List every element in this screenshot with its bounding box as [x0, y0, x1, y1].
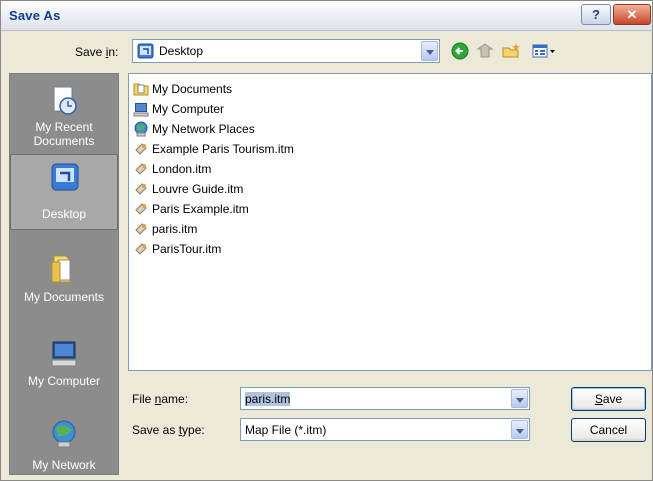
list-item[interactable]: My Network Places [133, 120, 255, 138]
place-my-recent-documents[interactable]: My Recent Documents [10, 78, 118, 154]
back-icon[interactable] [450, 42, 470, 60]
list-item[interactable]: My Documents [133, 80, 232, 98]
list-item[interactable]: My Computer [133, 100, 224, 118]
cancel-button[interactable]: Cancel [571, 418, 646, 442]
new-folder-icon[interactable] [501, 42, 521, 60]
up-folder-icon[interactable] [475, 42, 495, 60]
recent-documents-icon [53, 86, 77, 115]
close-icon: ✕ [626, 7, 638, 22]
save-in-label: Save in: [75, 45, 119, 59]
list-item[interactable]: ParisTour.itm [133, 240, 221, 258]
chevron-down-icon[interactable] [421, 41, 438, 61]
window-title: Save As [9, 8, 61, 23]
desktop-icon [137, 43, 154, 59]
my-documents-icon [51, 255, 71, 283]
close-button[interactable]: ✕ [613, 4, 651, 25]
network-icon [134, 121, 148, 137]
place-my-network[interactable]: My Network [10, 412, 118, 474]
list-item[interactable]: Louvre Guide.itm [133, 180, 243, 198]
list-item[interactable]: Example Paris Tourism.itm [133, 140, 294, 158]
list-item[interactable]: paris.itm [133, 220, 197, 238]
place-desktop[interactable]: Desktop [10, 154, 118, 230]
save-as-type-dropdown[interactable]: Map File (*.itm) [240, 418, 530, 441]
place-my-computer[interactable]: My Computer [10, 332, 118, 408]
chevron-down-icon[interactable] [511, 420, 528, 439]
itm-file-icon [135, 223, 147, 235]
file-name-label: File name: [132, 392, 189, 406]
save-button[interactable]: Save [571, 387, 646, 411]
list-item[interactable]: London.itm [133, 160, 211, 178]
save-in-value: Desktop [159, 44, 204, 58]
save-as-type-value: Map File (*.itm) [245, 423, 327, 437]
itm-file-icon [135, 243, 147, 255]
file-name-input[interactable]: paris.itm [240, 387, 530, 410]
list-item[interactable]: Paris Example.itm [133, 200, 249, 218]
save-in-dropdown[interactable]: Desktop [132, 39, 440, 63]
itm-file-icon [135, 163, 147, 175]
file-list[interactable]: My Documents My Computer My Network Plac… [128, 73, 652, 371]
help-button[interactable]: ? [581, 4, 611, 25]
help-icon: ? [592, 7, 600, 22]
place-my-documents[interactable]: My Documents [10, 246, 118, 322]
itm-file-icon [135, 183, 147, 195]
computer-icon [133, 103, 149, 117]
places-bar: My RecentDocuments Desktop My Documents [9, 73, 119, 475]
itm-file-icon [135, 203, 147, 215]
file-name-value: paris.itm [245, 392, 291, 406]
save-as-type-label: Save as type: [132, 423, 205, 437]
itm-file-icon [135, 143, 147, 155]
views-menu-icon[interactable] [531, 42, 557, 60]
my-computer-icon [51, 341, 77, 367]
title-bar[interactable]: Save As ? ✕ [1, 1, 652, 31]
my-network-icon [52, 420, 76, 448]
save-as-dialog: Save As ? ✕ Save in: Desktop My Recent D… [0, 0, 653, 481]
desktop-icon [51, 163, 79, 191]
folder-docs-icon [133, 83, 149, 96]
chevron-down-icon[interactable] [511, 389, 528, 408]
